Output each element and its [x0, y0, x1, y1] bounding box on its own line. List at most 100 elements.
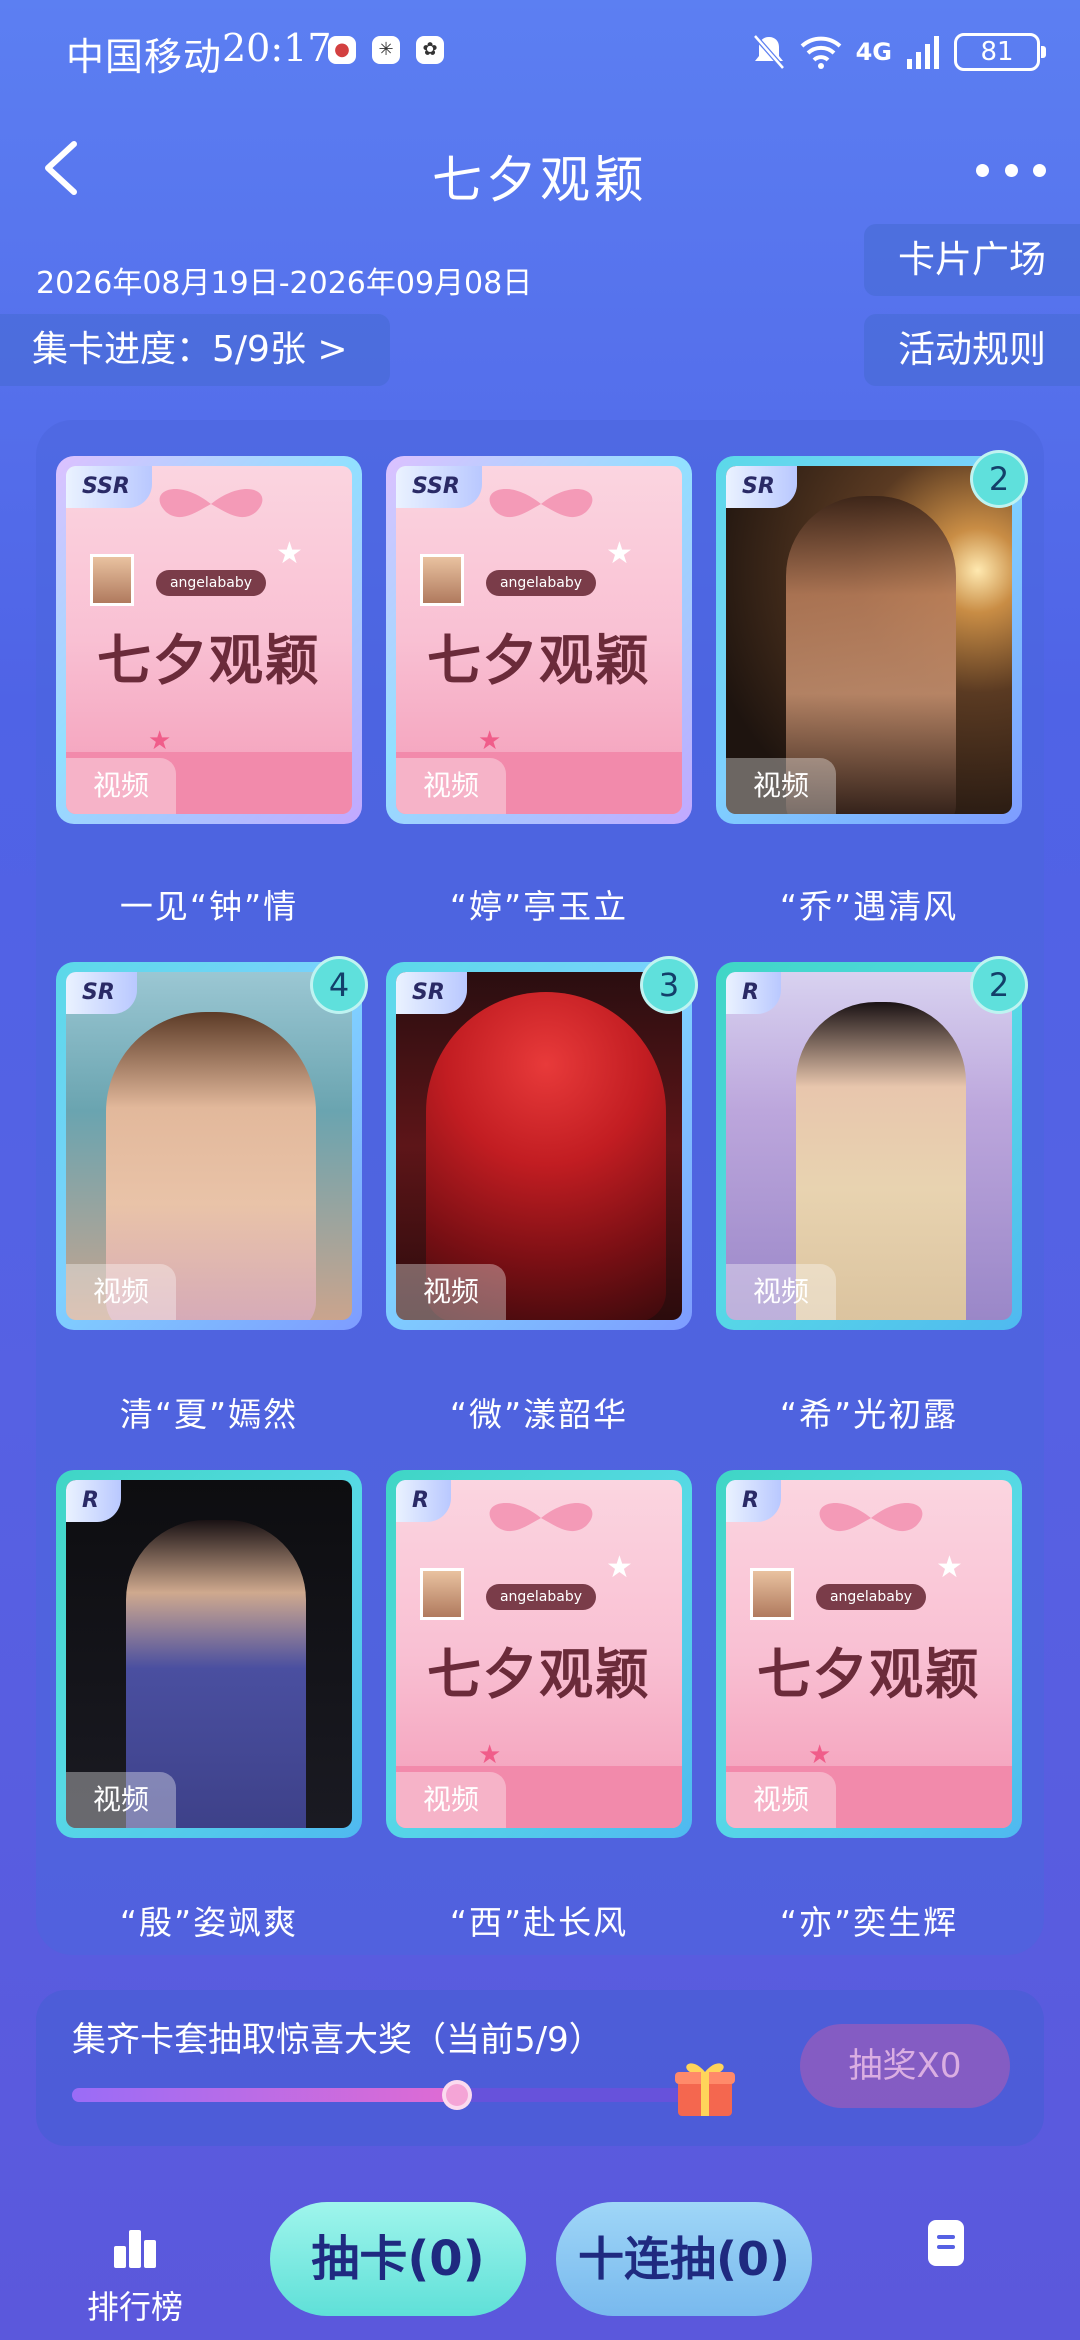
notification-icon: ● — [328, 36, 356, 64]
bow-icon — [819, 1502, 923, 1532]
lottery-progress-knob — [442, 2080, 472, 2110]
card-photo: R 视频 — [66, 1480, 352, 1828]
status-bar: 中国移动 20:17 ● ✳ ✿ 4G 81 — [0, 0, 1080, 104]
carrier-name: 中国移动 — [66, 35, 223, 79]
notification-icon: ✿ — [416, 36, 444, 64]
star-icon: ★ — [276, 536, 303, 571]
card-photo: SR 视频 — [66, 972, 352, 1320]
bow-icon — [159, 488, 263, 518]
video-tag: 视频 — [726, 1264, 836, 1320]
battery-icon: 81 — [954, 33, 1046, 71]
rarity-badge: SSR — [396, 466, 482, 508]
video-tag: 视频 — [726, 1772, 836, 1828]
wifi-icon — [800, 36, 841, 69]
video-tag: 视频 — [66, 1264, 176, 1320]
rarity-badge: SSR — [66, 466, 152, 508]
poster-subtitle: angelababy — [816, 1584, 926, 1610]
card-count-badge: 2 — [970, 450, 1028, 508]
card-name: “微”漾韶华 — [449, 1395, 629, 1434]
poster-title: 七夕观颖 — [427, 1642, 651, 1706]
network-type: 4G — [855, 38, 892, 66]
card-photo: SR 视频 — [396, 972, 682, 1320]
ranking-label: 排行榜 — [86, 2288, 183, 2326]
ranking-icon — [114, 2230, 156, 2268]
gift-box-icon — [675, 2063, 735, 2116]
lottery-draw-button[interactable]: 抽奖X0 — [800, 2024, 1010, 2108]
card-poster-image: angelababy 七夕观颖 ★ ★ SSR 视频 — [396, 466, 682, 814]
avatar — [90, 554, 134, 606]
card-name: “乔”遇清风 — [779, 887, 959, 926]
card-item[interactable]: angelababy 七夕观颖 ★ ★ SSR 视频 — [386, 456, 692, 824]
collect-progress-link[interactable]: 集卡进度：5/9张 > — [0, 314, 390, 386]
star-icon: ★ — [606, 1550, 633, 1585]
bow-icon — [489, 1502, 593, 1532]
lottery-progress-fill — [72, 2088, 460, 2102]
card-item[interactable]: R 视频 — [56, 1470, 362, 1838]
video-tag: 视频 — [396, 758, 506, 814]
card-item[interactable]: R 视频 2 — [716, 956, 1028, 1330]
video-tag: 视频 — [396, 1772, 506, 1828]
card-name: 清“夏”嫣然 — [119, 1395, 299, 1434]
card-item[interactable]: SR 视频 4 — [56, 956, 368, 1330]
star-icon: ★ — [936, 1550, 963, 1585]
poster-subtitle: angelababy — [156, 570, 266, 596]
card-poster-image: angelababy 七夕观颖 ★ ★ R 视频 — [726, 1480, 1012, 1828]
card-count-badge: 3 — [640, 956, 698, 1014]
card-plaza-button[interactable]: 卡片广场 — [864, 224, 1080, 296]
card-name: “殷”姿飒爽 — [119, 1903, 299, 1942]
star-icon: ★ — [606, 536, 633, 571]
card-item[interactable]: angelababy 七夕观颖 ★ ★ R 视频 — [716, 1470, 1022, 1838]
card-poster-image: angelababy 七夕观颖 ★ ★ R 视频 — [396, 1480, 682, 1828]
rarity-badge: R — [66, 1480, 121, 1522]
page-title: 七夕观颖 — [432, 151, 648, 209]
avatar — [420, 554, 464, 606]
card-photo: R 视频 — [726, 972, 1012, 1320]
card-item[interactable]: SR 视频 3 — [386, 956, 698, 1330]
more-dots-icon — [976, 163, 989, 177]
card-poster-image: angelababy 七夕观颖 ★ ★ SSR 视频 — [66, 466, 352, 814]
more-dots-icon — [1004, 163, 1018, 177]
card-name: “婷”亭玉立 — [449, 887, 629, 926]
ranking-button[interactable]: 排行榜 — [80, 2228, 190, 2328]
lottery-panel: 集齐卡套抽取惊喜大奖（当前5/9） 抽奖X0 — [36, 1990, 1044, 2146]
notification-icon: ✳ — [372, 36, 400, 64]
rarity-badge: SR — [726, 466, 797, 508]
card-name: “亦”奕生辉 — [779, 1903, 959, 1942]
video-tag: 视频 — [66, 1772, 176, 1828]
draw-card-button[interactable]: 抽卡(0) — [270, 2202, 526, 2316]
card-count-badge: 4 — [310, 956, 368, 1014]
poster-title: 七夕观颖 — [427, 628, 651, 692]
event-date-range: 2026年08月19日-2026年09月08日 — [36, 266, 533, 301]
clock: 20:17 — [222, 26, 332, 70]
card-count-badge: 2 — [970, 956, 1028, 1014]
card-item[interactable]: SR 视频 2 — [716, 450, 1028, 824]
rarity-badge: R — [396, 1480, 451, 1522]
poster-title: 七夕观颖 — [97, 628, 321, 692]
poster-subtitle: angelababy — [486, 570, 596, 596]
poster-title: 七夕观颖 — [757, 1642, 981, 1706]
rarity-badge: SR — [396, 972, 467, 1014]
card-name: “希”光初露 — [779, 1395, 959, 1434]
video-tag: 视频 — [396, 1264, 506, 1320]
more-button[interactable] — [976, 140, 1046, 200]
ten-draw-button[interactable]: 十连抽(0) — [556, 2202, 812, 2316]
mute-bell-icon — [752, 34, 785, 70]
card-name: “西”赴长风 — [449, 1903, 629, 1942]
card-name: 一见“钟”情 — [119, 887, 299, 926]
avatar — [750, 1568, 794, 1620]
poster-subtitle: angelababy — [486, 1584, 596, 1610]
rules-button[interactable]: 活动规则 — [864, 314, 1080, 386]
card-item[interactable]: angelababy 七夕观颖 ★ ★ SSR 视频 — [56, 456, 362, 824]
rarity-badge: SR — [66, 972, 137, 1014]
avatar — [420, 1568, 464, 1620]
signal-icon — [907, 36, 939, 69]
status-icons: 4G 81 — [752, 28, 1046, 76]
card-item[interactable]: angelababy 七夕观颖 ★ ★ R 视频 — [386, 1470, 692, 1838]
lottery-title: 集齐卡套抽取惊喜大奖（当前5/9） — [72, 2020, 603, 2060]
more-dots-icon — [1033, 163, 1046, 177]
bow-icon — [489, 488, 593, 518]
rarity-badge: R — [726, 1480, 781, 1522]
records-icon[interactable] — [928, 2220, 964, 2266]
video-tag: 视频 — [66, 758, 176, 814]
video-tag: 视频 — [726, 758, 836, 814]
